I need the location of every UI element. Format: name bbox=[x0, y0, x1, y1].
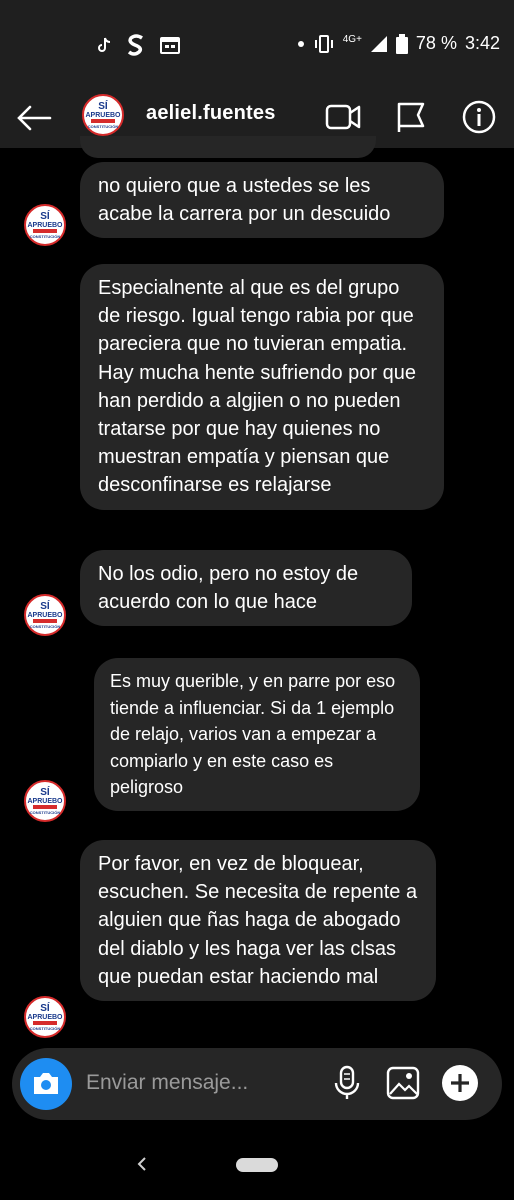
signal-icon bbox=[370, 35, 387, 52]
chat-username[interactable]: aeliel.fuentes bbox=[146, 102, 276, 125]
battery-icon bbox=[395, 33, 408, 54]
video-call-icon[interactable] bbox=[324, 98, 362, 136]
sender-avatar[interactable]: SÍ APRUEBO CONSTITUCIÓN bbox=[24, 594, 66, 636]
home-pill[interactable] bbox=[236, 1158, 278, 1172]
svg-text:SÍ: SÍ bbox=[40, 209, 50, 222]
partial-message-bubble bbox=[80, 136, 376, 158]
camera-button[interactable] bbox=[20, 1058, 72, 1110]
sender-avatar[interactable]: SÍ APRUEBO CONSTITUCIÓN bbox=[24, 780, 66, 822]
sender-avatar[interactable]: SÍ APRUEBO CONSTITUCIÓN bbox=[24, 204, 66, 246]
add-icon[interactable] bbox=[440, 1063, 480, 1103]
message-input[interactable]: Enviar mensaje... bbox=[86, 1071, 248, 1095]
calendar-icon bbox=[160, 37, 180, 54]
svg-text:CONSTITUCIÓN: CONSTITUCIÓN bbox=[88, 124, 119, 129]
flag-icon[interactable] bbox=[392, 98, 430, 136]
s-app-icon bbox=[127, 34, 143, 56]
message-text: Es muy querible, y en parre por eso tien… bbox=[110, 671, 396, 797]
svg-text:CONSTITUCIÓN: CONSTITUCIÓN bbox=[30, 810, 61, 815]
message-text: No los odio, pero no estoy de acuerdo co… bbox=[98, 563, 359, 614]
message-text: no quiero que a ustedes se les acabe la … bbox=[98, 175, 391, 226]
system-nav-bar bbox=[0, 1130, 514, 1200]
svg-text:APRUEBO: APRUEBO bbox=[27, 612, 63, 619]
message-text: Por favor, en vez de bloquear, escuchen.… bbox=[98, 853, 418, 988]
message-bubble[interactable]: Especialnente al que es del grupo de rie… bbox=[80, 264, 444, 510]
message-thread: no quiero que a ustedes se les acabe la … bbox=[0, 136, 514, 1048]
svg-text:SÍ: SÍ bbox=[98, 99, 108, 112]
battery-percent: 78 % bbox=[415, 33, 457, 53]
svg-text:APRUEBO: APRUEBO bbox=[27, 222, 63, 229]
message-composer: Enviar mensaje... bbox=[12, 1048, 502, 1120]
svg-text:APRUEBO: APRUEBO bbox=[27, 1014, 63, 1021]
tiktok-icon bbox=[98, 37, 111, 52]
microphone-icon[interactable] bbox=[328, 1064, 366, 1102]
gallery-icon[interactable] bbox=[384, 1064, 422, 1102]
dot-icon bbox=[297, 40, 304, 47]
clock: 3:42 bbox=[464, 33, 500, 53]
message-bubble[interactable]: no quiero que a ustedes se les acabe la … bbox=[80, 162, 444, 239]
message-text: Especialnente al que es del grupo de rie… bbox=[98, 277, 416, 497]
svg-text:SÍ: SÍ bbox=[40, 599, 50, 612]
svg-text:APRUEBO: APRUEBO bbox=[85, 112, 121, 119]
message-bubble[interactable]: Es muy querible, y en parre por eso tien… bbox=[94, 658, 420, 811]
svg-text:CONSTITUCIÓN: CONSTITUCIÓN bbox=[30, 234, 61, 239]
network-type: 4G+ bbox=[342, 34, 362, 45]
message-bubble[interactable]: No los odio, pero no estoy de acuerdo co… bbox=[80, 550, 412, 627]
nav-back-icon[interactable] bbox=[132, 1150, 152, 1178]
svg-text:APRUEBO: APRUEBO bbox=[27, 798, 63, 805]
svg-text:SÍ: SÍ bbox=[40, 785, 50, 798]
svg-text:SÍ: SÍ bbox=[40, 1001, 50, 1014]
status-bar: 4G+ 78 % 3:42 bbox=[0, 0, 514, 86]
svg-text:CONSTITUCIÓN: CONSTITUCIÓN bbox=[30, 624, 61, 629]
header-avatar[interactable]: SÍ APRUEBO CONSTITUCIÓN bbox=[82, 94, 124, 136]
message-bubble[interactable]: Por favor, en vez de bloquear, escuchen.… bbox=[80, 840, 436, 1002]
info-icon[interactable] bbox=[460, 98, 498, 136]
sender-avatar[interactable]: SÍ APRUEBO CONSTITUCIÓN bbox=[24, 996, 66, 1038]
svg-text:CONSTITUCIÓN: CONSTITUCIÓN bbox=[30, 1026, 61, 1031]
vibrate-icon bbox=[314, 34, 333, 53]
back-arrow-icon[interactable] bbox=[14, 98, 54, 138]
camera-icon bbox=[34, 1073, 58, 1094]
